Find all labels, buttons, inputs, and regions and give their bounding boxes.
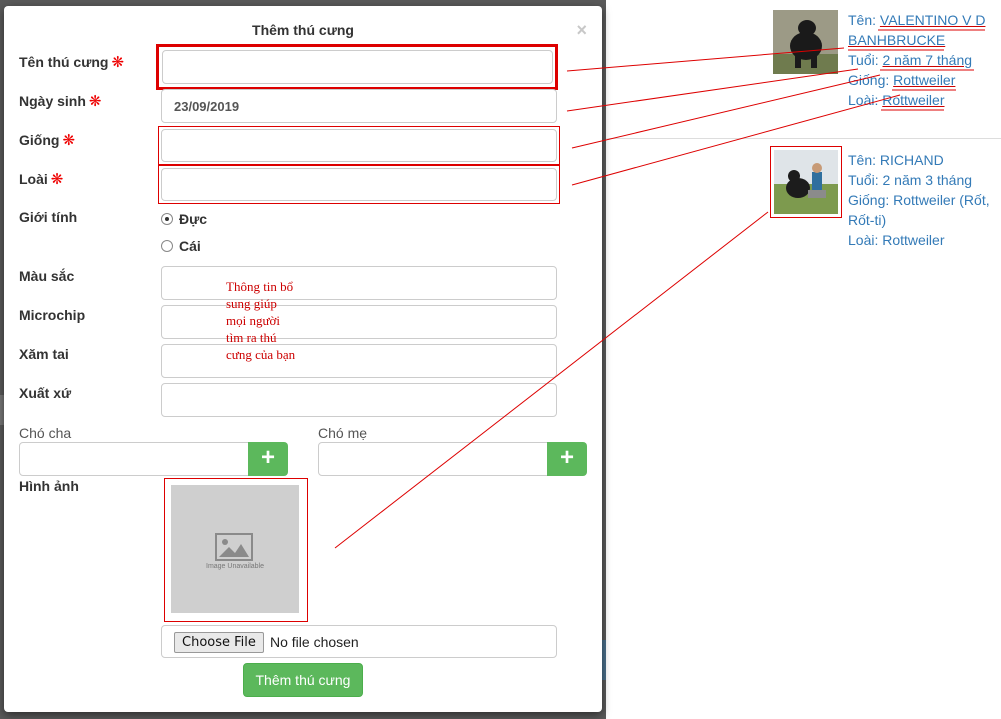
annotation-line: [571, 74, 881, 149]
annotation-line: [571, 94, 901, 186]
annotation-lines: [334, 29, 985, 549]
annotation-line: [566, 68, 859, 112]
annotation-line: [566, 47, 845, 72]
annotation-line: [334, 211, 769, 549]
